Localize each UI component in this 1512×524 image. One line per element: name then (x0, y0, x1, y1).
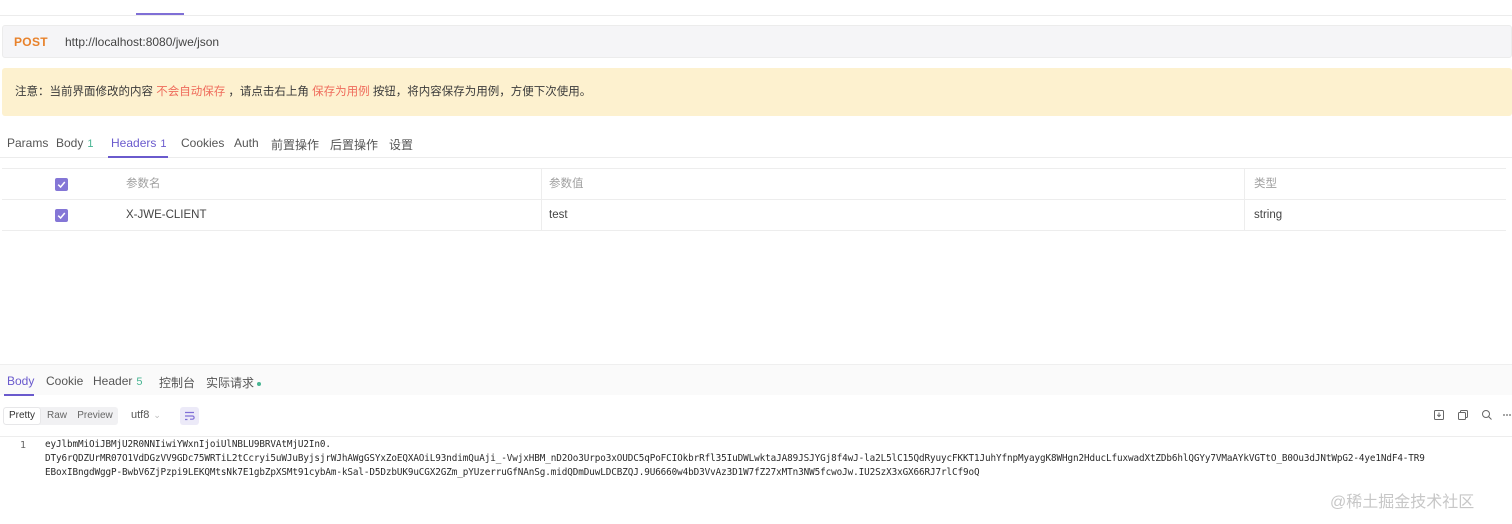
response-toolbar: Pretty Raw Preview utf8 ⌄ (0, 400, 1512, 430)
tab-body[interactable]: Body 1 (56, 136, 93, 150)
format-wrap-button[interactable] (180, 407, 199, 425)
mode-raw-button[interactable]: Raw (42, 408, 72, 424)
notice-suffix: 按钮，将内容保存为用例，方便下次使用。 (372, 86, 592, 98)
active-tab-indicator (4, 394, 34, 396)
table-header-row: 参数名 参数值 类型 (2, 169, 1506, 200)
notice-action: 保存为用例 (312, 86, 370, 98)
response-tab-console[interactable]: 控制台 (159, 374, 195, 391)
copy-icon[interactable] (1457, 409, 1469, 421)
tab-count-badge: 1 (87, 138, 94, 150)
mode-pretty-button[interactable]: Pretty (4, 408, 40, 424)
line-number: 1 (20, 440, 27, 451)
tab-label: Headers (111, 136, 157, 150)
tab-pre-actions[interactable]: 前置操作 (271, 136, 319, 153)
column-header-type: 类型 (1254, 178, 1277, 190)
response-tab-cookie[interactable]: Cookie (46, 374, 83, 388)
tab-label: Body (56, 136, 84, 150)
top-tab-strip (0, 0, 1512, 16)
more-options-icon[interactable] (1502, 409, 1512, 421)
select-all-checkbox[interactable] (55, 178, 68, 191)
tab-label: Header (93, 374, 133, 388)
watermark: @稀土掘金技术社区 (1330, 494, 1475, 511)
request-url[interactable]: http://localhost:8080/jwe/json (65, 35, 219, 49)
column-divider (1244, 200, 1245, 231)
code-line: DTy6rQDZUrMR07O1VdDGzVV9GDc75WRTiL2tCcry… (45, 453, 1425, 464)
tab-post-actions[interactable]: 后置操作 (330, 136, 378, 153)
view-mode-switch: Pretty Raw Preview (3, 407, 118, 425)
response-tab-actual-request[interactable]: 实际请求 (206, 374, 262, 391)
tab-settings[interactable]: 设置 (389, 136, 413, 153)
status-dot-icon (257, 381, 262, 386)
code-line: EBoxIBngdWggP-BwbV6ZjPzpi9LEKQMtsNk7E1gb… (45, 467, 980, 478)
column-divider (1244, 169, 1245, 200)
active-tab-indicator (108, 156, 168, 158)
column-header-name: 参数名 (126, 178, 161, 190)
tab-label: Params (7, 136, 49, 150)
wrap-lines-icon (185, 411, 195, 421)
encoding-value: utf8 (131, 409, 150, 421)
tab-label: 前置操作 (271, 138, 320, 152)
notice-middle: ，请点击右上角 (228, 86, 309, 98)
request-tabs: Params Body 1 Headers 1 Cookies Auth 前置操作 … (0, 128, 1512, 158)
tab-label: Body (7, 374, 35, 388)
response-tab-header[interactable]: Header 5 (93, 374, 142, 388)
headers-table: 参数名 参数值 类型 X-JWE-CLIENT test string (2, 168, 1506, 231)
mode-preview-button[interactable]: Preview (74, 408, 116, 424)
encoding-select[interactable]: utf8 ⌄ (131, 409, 161, 421)
http-method[interactable]: POST (14, 35, 48, 49)
unsaved-notice-banner: 注意：当前界面修改的内容 不会自动保存 ，请点击右上角 保存为用例 按钮，将内容… (2, 68, 1512, 116)
chevron-down-icon: ⌄ (153, 410, 161, 420)
response-body-editor[interactable]: 1 eyJlbmMiOiJBMjU2R0NNIiwiYWxnIjoiUlNBLU… (0, 436, 1512, 524)
tab-label: 后置操作 (330, 138, 379, 152)
tab-params[interactable]: Params (7, 136, 48, 150)
request-url-bar[interactable]: POST http://localhost:8080/jwe/json (2, 25, 1512, 58)
search-icon[interactable] (1481, 409, 1493, 421)
tab-label: 设置 (389, 138, 414, 152)
tab-count-badge: 1 (160, 138, 167, 150)
tab-cookies[interactable]: Cookies (181, 136, 224, 150)
column-header-value: 参数值 (549, 178, 584, 190)
tab-label: 实际请求 (206, 376, 255, 390)
tab-count-badge: 5 (136, 376, 143, 388)
table-row: X-JWE-CLIENT test string (2, 200, 1506, 231)
tab-headers[interactable]: Headers 1 (111, 136, 166, 150)
header-name-cell[interactable]: X-JWE-CLIENT (126, 200, 207, 230)
notice-warn: 不会自动保存 (156, 86, 226, 98)
tab-label: Cookies (181, 136, 225, 150)
tab-label: Auth (234, 136, 259, 150)
download-icon[interactable] (1433, 409, 1445, 421)
response-tabs: Body Cookie Header 5 控制台 实际请求 (0, 364, 1512, 396)
tab-label: Cookie (46, 374, 84, 388)
column-divider (541, 169, 542, 200)
code-line: eyJlbmMiOiJBMjU2R0NNIiwiYWxnIjoiUlNBLU9B… (45, 439, 331, 450)
notice-prefix: 注意：当前界面修改的内容 (15, 86, 153, 98)
header-value-cell[interactable]: test (549, 200, 568, 230)
top-active-tab-indicator (136, 13, 184, 15)
header-type-cell[interactable]: string (1254, 200, 1282, 230)
column-divider (541, 200, 542, 231)
response-tab-body[interactable]: Body (7, 374, 34, 388)
row-enabled-checkbox[interactable] (55, 209, 68, 222)
tab-label: 控制台 (159, 376, 196, 390)
tab-auth[interactable]: Auth (234, 136, 259, 150)
